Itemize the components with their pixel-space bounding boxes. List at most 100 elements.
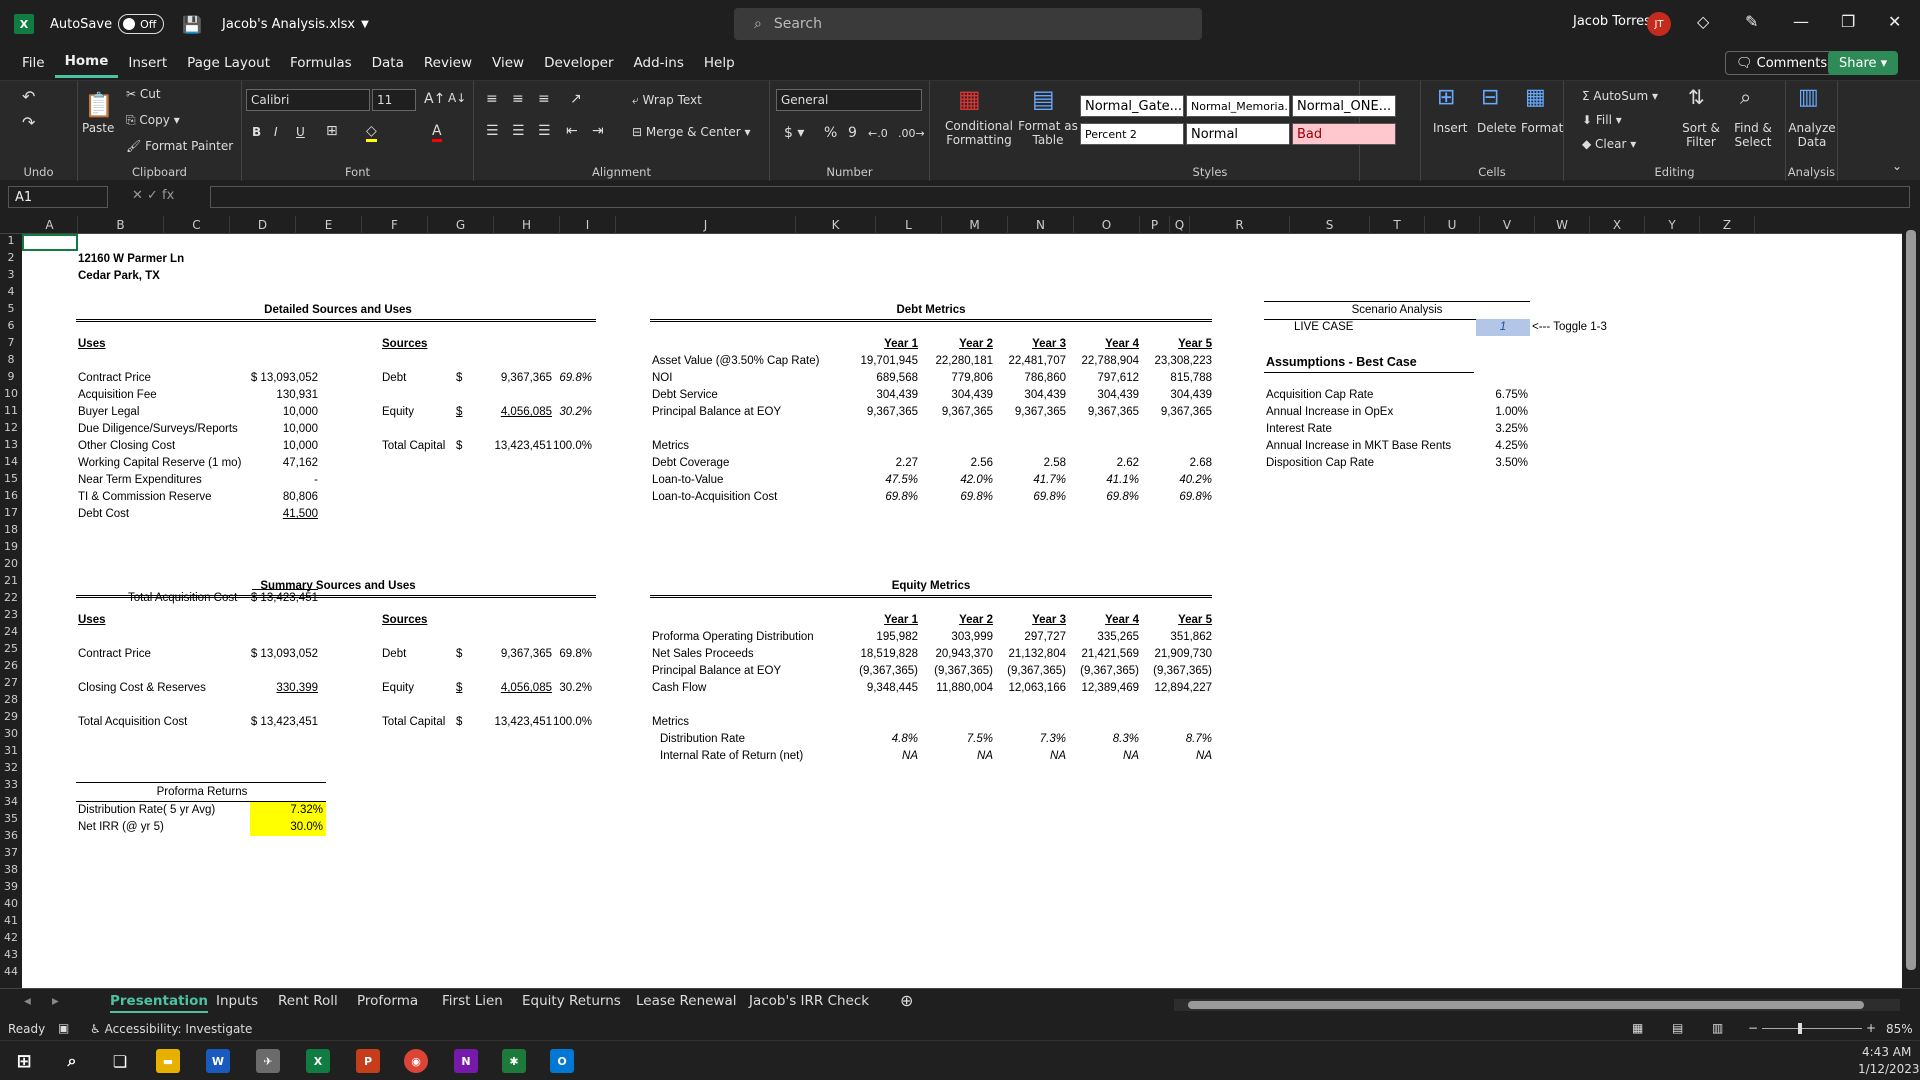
- row-header[interactable]: 36: [0, 829, 22, 842]
- column-header[interactable]: S: [1290, 216, 1370, 234]
- diamond-icon[interactable]: ◇: [1697, 12, 1709, 31]
- row-header[interactable]: 37: [0, 846, 22, 859]
- autosum-button[interactable]: Σ AutoSum ▾: [1582, 89, 1658, 103]
- row-header[interactable]: 32: [0, 761, 22, 774]
- word-icon[interactable]: W: [206, 1049, 230, 1073]
- hscroll-thumb[interactable]: [1188, 1001, 1864, 1009]
- tab-first-lien[interactable]: First Lien: [442, 993, 503, 1009]
- autosave-toggle[interactable]: Off: [118, 14, 165, 34]
- column-header[interactable]: D: [230, 216, 296, 234]
- style-normal-memoria[interactable]: Normal_Memoria...: [1186, 95, 1290, 117]
- zoom-level[interactable]: 85%: [1886, 1022, 1913, 1036]
- row-header[interactable]: 33: [0, 778, 22, 791]
- add-sheet-icon[interactable]: ⊕: [900, 991, 913, 1010]
- clock-time[interactable]: 4:43 AM: [1862, 1045, 1911, 1059]
- row-header[interactable]: 10: [0, 387, 22, 400]
- row-header[interactable]: 20: [0, 557, 22, 570]
- column-header[interactable]: A: [22, 216, 78, 234]
- row-header[interactable]: 11: [0, 404, 22, 417]
- row-header[interactable]: 18: [0, 523, 22, 536]
- live-case-input[interactable]: 1: [1476, 319, 1530, 336]
- font-size-select[interactable]: 11: [372, 89, 416, 111]
- column-header[interactable]: M: [942, 216, 1008, 234]
- format-cells-button[interactable]: Format: [1521, 121, 1563, 135]
- row-header[interactable]: 35: [0, 812, 22, 825]
- align-top-icon[interactable]: ≡: [486, 91, 498, 107]
- increase-font-icon[interactable]: A↑: [424, 91, 445, 107]
- zoom-slider[interactable]: [1762, 1028, 1862, 1029]
- tab-presentation[interactable]: Presentation: [110, 993, 209, 1013]
- tab-lease-renewal[interactable]: Lease Renewal: [636, 993, 737, 1009]
- normal-view-icon[interactable]: ▦: [1632, 1021, 1643, 1035]
- row-header[interactable]: 16: [0, 489, 22, 502]
- minimize-icon[interactable]: —: [1793, 12, 1809, 31]
- accessibility-status[interactable]: ♿ Accessibility: Investigate: [90, 1022, 252, 1036]
- font-name-select[interactable]: Calibri: [246, 89, 370, 111]
- file-name[interactable]: Jacob's Analysis.xlsx: [222, 17, 355, 32]
- column-header[interactable]: Y: [1645, 216, 1700, 234]
- row-header[interactable]: 12: [0, 421, 22, 434]
- row-header[interactable]: 42: [0, 931, 22, 944]
- conditional-formatting-button[interactable]: Conditional Formatting: [942, 119, 1016, 147]
- column-header[interactable]: P: [1140, 216, 1170, 234]
- row-header[interactable]: 39: [0, 880, 22, 893]
- delete-cells-icon[interactable]: ⊟: [1481, 85, 1499, 110]
- comments-button[interactable]: 🗨 Comments: [1725, 51, 1839, 75]
- tab-inputs[interactable]: Inputs: [216, 993, 258, 1009]
- undo-icon[interactable]: ↶: [22, 87, 35, 106]
- macro-icon[interactable]: ▣: [58, 1021, 69, 1035]
- pen-icon[interactable]: ✎: [1745, 12, 1758, 31]
- align-center-icon[interactable]: ☰: [512, 123, 525, 139]
- menu-view[interactable]: View: [482, 48, 534, 78]
- bold-button[interactable]: B: [252, 125, 261, 139]
- row-header[interactable]: 28: [0, 693, 22, 706]
- analyze-data-icon[interactable]: ▥: [1798, 85, 1819, 110]
- scroll-thumb[interactable]: [1906, 230, 1916, 970]
- style-percent-2[interactable]: Percent 2: [1080, 123, 1184, 145]
- align-right-icon[interactable]: ☰: [538, 123, 551, 139]
- outlook-icon[interactable]: O: [550, 1049, 574, 1073]
- column-header[interactable]: U: [1425, 216, 1480, 234]
- row-header[interactable]: 17: [0, 506, 22, 519]
- menu-data[interactable]: Data: [362, 48, 414, 78]
- delete-cells-button[interactable]: Delete: [1477, 121, 1516, 135]
- format-painter-button[interactable]: 🖌 Format Painter: [126, 139, 233, 153]
- paste-button[interactable]: Paste: [82, 121, 114, 135]
- row-header[interactable]: 29: [0, 710, 22, 723]
- column-header[interactable]: V: [1480, 216, 1535, 234]
- column-header[interactable]: W: [1535, 216, 1590, 234]
- column-header[interactable]: L: [876, 216, 942, 234]
- align-bottom-icon[interactable]: ≡: [538, 91, 550, 107]
- row-header[interactable]: 30: [0, 727, 22, 740]
- name-box[interactable]: A1: [8, 186, 108, 208]
- tab-jacobs-irr-check[interactable]: Jacob's IRR Check: [749, 993, 869, 1009]
- page-layout-view-icon[interactable]: ▤: [1672, 1021, 1683, 1035]
- column-header[interactable]: F: [362, 216, 428, 234]
- column-header[interactable]: X: [1590, 216, 1645, 234]
- row-header[interactable]: 7: [0, 336, 22, 349]
- italic-button[interactable]: I: [274, 125, 278, 139]
- increase-indent-icon[interactable]: ⇥: [592, 123, 604, 139]
- tab-equity-returns[interactable]: Equity Returns: [522, 993, 621, 1009]
- borders-icon[interactable]: ⊞: [326, 123, 338, 139]
- chevron-down-icon[interactable]: ▼: [361, 19, 369, 30]
- chrome-icon[interactable]: ◉: [404, 1049, 428, 1073]
- style-normal-one[interactable]: Normal_ONE...: [1292, 95, 1396, 117]
- worksheet[interactable]: 12160 W Parmer Ln Cedar Park, TX Detaile…: [22, 234, 1902, 988]
- formula-input[interactable]: [210, 186, 1910, 208]
- fx-icon[interactable]: ✕ ✓ fx: [132, 188, 174, 203]
- wrap-text-button[interactable]: ⤶ Wrap Text: [632, 93, 702, 108]
- active-cell[interactable]: [22, 234, 78, 251]
- column-header[interactable]: E: [296, 216, 362, 234]
- align-middle-icon[interactable]: ≡: [512, 91, 524, 107]
- tab-proforma[interactable]: Proforma: [357, 993, 418, 1009]
- conditional-formatting-icon[interactable]: ▦: [958, 85, 981, 113]
- menu-file[interactable]: File: [12, 48, 55, 78]
- column-header[interactable]: G: [428, 216, 494, 234]
- number-format-select[interactable]: General: [776, 89, 922, 111]
- row-header[interactable]: 4: [0, 285, 22, 298]
- style-bad[interactable]: Bad: [1292, 123, 1396, 145]
- row-header[interactable]: 22: [0, 591, 22, 604]
- search-box[interactable]: ⌕ Search: [734, 8, 1202, 40]
- find-select-button[interactable]: Find & Select: [1728, 121, 1778, 149]
